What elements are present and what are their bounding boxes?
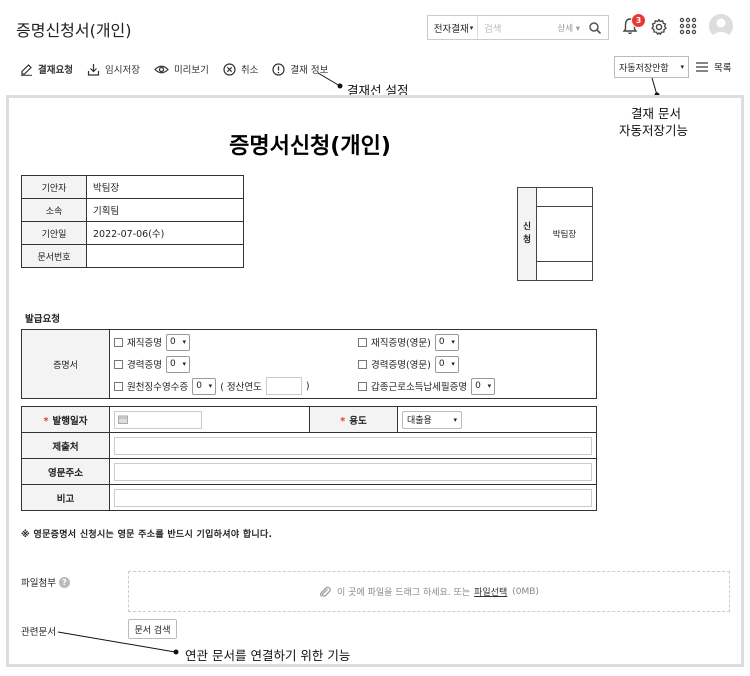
table-row: 비고: [21, 484, 597, 511]
drafter-info-table: 기안자 박팀장 소속 기획팀 기안일 2022-07-06(수) 문서번호: [21, 175, 244, 268]
submit-to-input[interactable]: [114, 436, 592, 455]
en-address-label: 영문주소: [21, 458, 110, 485]
doc-number-value: [86, 244, 244, 268]
drafter-value: 박팀장: [86, 175, 244, 199]
en-address-input[interactable]: [114, 462, 592, 481]
withholding-qty-select[interactable]: 0 ▾: [192, 377, 217, 395]
sign-label: 신청: [517, 187, 537, 281]
employment-qty-select[interactable]: 0 ▾: [165, 333, 190, 351]
table-row: 기안자 박팀장: [21, 175, 244, 199]
table-row: 기안일 2022-07-06(수): [21, 221, 244, 245]
attachment-size: (0MB): [512, 586, 539, 597]
help-icon[interactable]: ?: [58, 576, 70, 588]
table-row: 문서번호: [21, 244, 244, 268]
career-en-checkbox[interactable]: [358, 359, 367, 369]
certificate-options: 재직증명 0 ▾ 경력증명 0 ▾ 원천징수영수증 0 ▾ ( 정산연도) 재…: [109, 329, 597, 399]
calendar-icon[interactable]: [118, 415, 128, 424]
department-label: 소속: [21, 198, 87, 222]
document-title: 증명서신청(개인): [229, 134, 391, 159]
certificate-table: 증명서 재직증명 0 ▾ 경력증명 0 ▾ 원천징수영수증 0 ▾ (정산연도…: [21, 329, 597, 399]
issue-date-input[interactable]: [114, 410, 202, 429]
withholding-option: 원천징수영수증 0 ▾ ( 정산연도 ): [114, 375, 358, 397]
doc-search-button[interactable]: 문서 검색: [128, 619, 177, 639]
sign-date: [536, 261, 593, 281]
draft-date-label: 기안일: [21, 221, 87, 245]
en-address-notice: ※ 영문증명서 신청시는 영문 주소를 반드시 기입하셔야 합니다.: [21, 530, 273, 540]
table-row: 제출처: [21, 432, 597, 459]
issue-form-table: * 발행일자 * 용도 대출용 ▾ 제출처 영문주소 비고: [21, 406, 597, 511]
doc-number-label: 문서번호: [21, 244, 87, 268]
paperclip-icon: [320, 586, 331, 597]
submit-to-label: 제출처: [21, 432, 110, 459]
settlement-year-input[interactable]: [265, 377, 302, 395]
related-docs-label: 관련문서: [21, 627, 56, 638]
income-tax-checkbox[interactable]: [358, 381, 367, 391]
income-tax-qty-select[interactable]: 0 ▾: [471, 377, 496, 395]
table-row: 영문주소: [21, 458, 597, 485]
career-en-option: 경력증명(영문) 0 ▾: [358, 353, 495, 375]
draft-date-value: 2022-07-06(수): [86, 221, 244, 245]
income-tax-option: 갑종근로소득납세필증명 0 ▾: [358, 375, 496, 397]
career-checkbox[interactable]: [114, 359, 123, 369]
career-option: 경력증명 0 ▾: [114, 353, 358, 375]
attachment-label: 파일첨부 ?: [21, 575, 70, 589]
table-row: * 발행일자 * 용도 대출용 ▾: [21, 406, 597, 433]
career-qty-select[interactable]: 0 ▾: [165, 355, 190, 373]
note-label: 비고: [21, 484, 110, 511]
employment-en-qty-select[interactable]: 0 ▾: [434, 333, 459, 351]
employment-en-option: 재직증명(영문) 0 ▾: [358, 331, 495, 353]
employment-option: 재직증명 0 ▾: [114, 331, 358, 353]
purpose-label: * 용도: [309, 406, 398, 433]
issue-date-label: * 발행일자: [21, 406, 110, 433]
employment-checkbox[interactable]: [114, 337, 123, 347]
employment-en-checkbox[interactable]: [358, 337, 367, 347]
purpose-select[interactable]: 대출용 ▾: [402, 410, 462, 429]
withholding-checkbox[interactable]: [114, 381, 123, 391]
sign-position: [536, 187, 593, 207]
file-select-link[interactable]: 파일선택: [474, 585, 507, 598]
table-row: 소속 기획팀: [21, 198, 244, 222]
approval-sign-box: 신청 박팀장: [517, 187, 593, 281]
file-drop-zone[interactable]: 이 곳에 파일을 드래그 하세요. 또는 파일선택 (0MB): [128, 571, 730, 612]
drafter-label: 기안자: [21, 175, 87, 199]
career-en-qty-select[interactable]: 0 ▾: [434, 355, 459, 373]
department-value: 기획팀: [86, 198, 244, 222]
certificate-label: 증명서: [21, 329, 110, 399]
signer-name: 박팀장: [536, 206, 593, 262]
issue-request-heading: 발급요청: [25, 314, 60, 325]
annotation-related-docs: 연관 문서를 연결하기 위한 기능: [185, 648, 351, 663]
note-input[interactable]: [114, 488, 592, 507]
